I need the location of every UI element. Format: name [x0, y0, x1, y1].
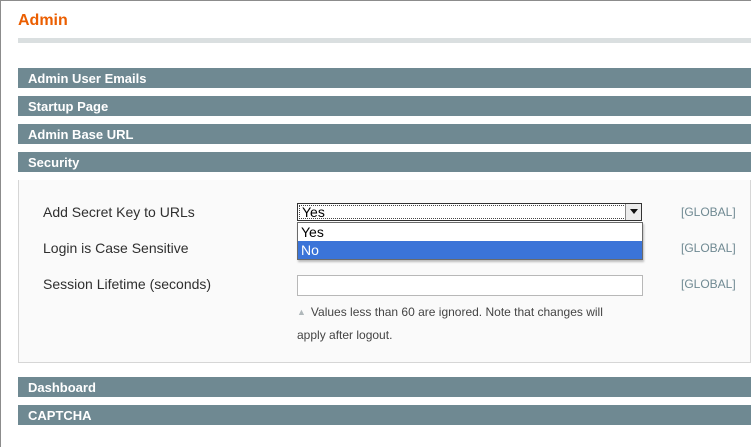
session-note-line2: apply after logout.	[297, 328, 393, 342]
dropdown-option-yes[interactable]: Yes	[298, 223, 642, 241]
login-case-sensitive-label: Login is Case Sensitive	[43, 240, 189, 256]
session-note-line1: Values less than 60 are ignored. Note th…	[310, 305, 603, 319]
section-admin-user-emails[interactable]: Admin User Emails	[18, 68, 751, 89]
scope-label-secret-key: [GLOBAL]	[681, 205, 736, 219]
scope-label-session-lifetime: [GLOBAL]	[681, 277, 736, 291]
triangle-up-icon: ▲	[297, 307, 306, 317]
add-secret-key-label: Add Secret Key to URLs	[43, 204, 195, 220]
dropdown-option-no[interactable]: No	[298, 241, 642, 259]
section-security[interactable]: Security	[18, 152, 751, 173]
page-title: Admin	[18, 12, 68, 29]
scope-label-login-case: [GLOBAL]	[681, 241, 736, 255]
section-startup-page[interactable]: Startup Page	[18, 96, 751, 117]
chevron-down-icon[interactable]	[625, 204, 641, 220]
add-secret-key-select-value: Yes	[302, 204, 325, 220]
session-lifetime-label: Session Lifetime (seconds)	[43, 276, 212, 292]
add-secret-key-select[interactable]: Yes	[297, 203, 642, 221]
section-admin-base-url[interactable]: Admin Base URL	[18, 124, 751, 145]
add-secret-key-dropdown: Yes No	[297, 222, 643, 260]
section-dashboard[interactable]: Dashboard	[18, 377, 751, 398]
session-lifetime-note: ▲ Values less than 60 are ignored. Note t…	[297, 301, 657, 347]
title-divider	[18, 38, 751, 43]
session-lifetime-input[interactable]	[297, 275, 643, 296]
section-captcha[interactable]: CAPTCHA	[18, 405, 751, 426]
